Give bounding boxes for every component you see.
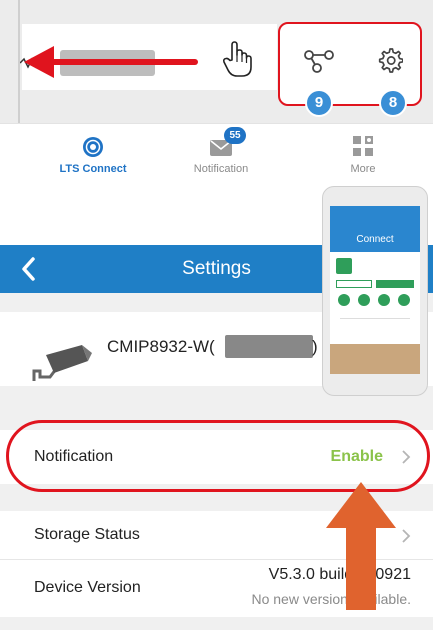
phone-app-header [330,206,420,252]
grid-icon [353,136,373,156]
tab-label: LTS Connect [59,163,127,175]
lts-connect-icon [83,137,103,157]
camera-icon [32,345,92,381]
notification-count-badge: 55 [224,127,246,144]
phone-filled-button [376,280,414,288]
tab-notification[interactable]: 55 Notification [166,124,276,180]
phone-screen: Connect [330,206,420,374]
callout-badge-9: 9 [305,89,333,117]
device-version-value: V5.3.0 build 170921 [268,566,411,583]
device-version-label: Device Version [34,579,141,596]
tab-lts-connect[interactable]: LTS Connect [38,124,148,180]
device-name: CMIP8932-W( [107,337,215,356]
phone-description [340,318,410,332]
hand-pointer-icon [222,41,252,77]
phone-outline-button [336,280,372,288]
version-update-note: No new version available. [251,591,411,607]
chevron-right-icon [402,529,411,543]
annotation-arrow-shaft [346,526,376,610]
device-name-suffix: ) [312,337,318,356]
annotation-arrow-up-icon [326,482,396,528]
tab-label: More [350,163,376,175]
phone-app-title: Connect [356,234,394,245]
phone-screenshots-strip [330,344,420,374]
share-icon[interactable] [302,46,336,76]
annotation-arrow-left-icon [24,46,54,78]
storage-status-label: Storage Status [34,526,140,543]
app-logo-icon [336,258,352,274]
phone-circle-icon [398,294,410,306]
bottom-tab-bar: LTS Connect 55 Notification More [0,123,433,179]
annotation-arrow-shaft [50,59,198,65]
gear-icon[interactable] [377,47,403,73]
phone-circle-icon [358,294,370,306]
redacted-serial [225,335,313,358]
tab-more[interactable]: More [308,124,418,180]
tab-label: Notification [193,163,249,175]
phone-circle-icon [378,294,390,306]
phone-circle-icon [338,294,350,306]
callout-badge-8: 8 [379,89,407,117]
top-panel: 9 8 [0,0,433,123]
